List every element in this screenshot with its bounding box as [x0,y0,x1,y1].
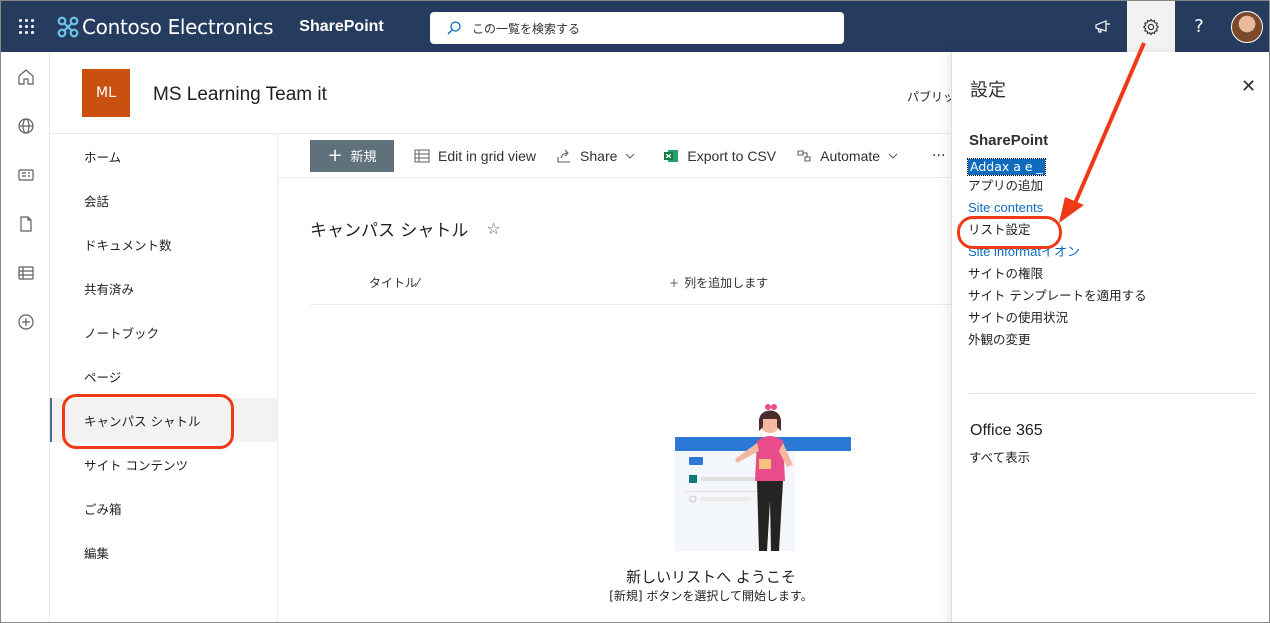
divider [969,393,1256,394]
home-icon [17,68,34,85]
appbar-files[interactable] [1,199,50,248]
appbar-create[interactable] [1,297,50,346]
nav-item-notebook[interactable]: ノートブック [50,310,277,354]
brand-name: Contoso Electronics [82,14,274,39]
plus-icon: + [327,144,343,166]
settings-link-add-page[interactable]: Addax a e _ [967,158,1046,176]
share-icon [557,149,571,163]
export-csv-button[interactable]: Export to CSV [663,148,776,164]
column-title-label: タイトル [369,276,418,290]
site-logo[interactable]: ML [82,69,130,117]
app-window: Contoso Electronics SharePoint この一覧を検索する [0,0,1270,623]
add-column-label: 列を追加します [684,276,769,290]
suite-bar: Contoso Electronics SharePoint この一覧を検索する [1,1,1269,52]
settings-link-add-app[interactable]: アプリの追加 [968,175,1147,197]
appbar-home[interactable] [1,52,50,101]
nav-item-documents[interactable]: ドキュメント数 [50,222,277,266]
new-button-label: 新規 [350,150,377,165]
add-column-button[interactable]: + 列を追加します [669,274,768,291]
automate-label: Automate [820,147,881,164]
settings-button[interactable] [1127,1,1175,52]
callout-ring-campus-shuttle [62,394,234,449]
settings-panel: 設定 ✕ SharePoint Addax a e _ アプリの追加 Site … [951,52,1269,622]
empty-state-subtitle: [新規] ボタンを選択して開始します。 [609,589,813,603]
avatar [1231,10,1263,43]
empty-state-title: 新しいリストへ ようこそ [626,568,796,586]
nav-item-recycle-bin[interactable]: ごみ箱 [50,486,277,530]
column-header-title[interactable]: タイトル⁄ [369,274,419,291]
share-label: Share [580,147,618,164]
settings-panel-title: 設定 [970,80,1006,101]
sort-icon: ⁄ [417,276,420,290]
search-icon [447,21,461,35]
excel-icon [664,149,679,162]
view-all-link[interactable]: すべて表示 [969,447,1030,466]
feedback-button[interactable] [1079,1,1127,52]
globe-icon [17,117,34,134]
site-title[interactable]: MS Learning Team it [153,84,327,106]
settings-links: Addax a e _ アプリの追加 Site contents リスト設定 S… [967,156,1147,351]
site-navigation: ホーム 会話 ドキュメント数 共有済み ノートブック ページ キャンパス シャト… [50,133,278,622]
contoso-logo-icon [57,16,79,37]
settings-link-site-permissions[interactable]: サイトの権限 [968,263,1147,285]
plus-icon: + [669,276,680,290]
settings-section-sharepoint: SharePoint [969,132,1049,149]
empty-list-illustration [675,404,851,551]
column-header-row: タイトル⁄ + 列を追加します [310,263,951,305]
favorite-star-icon[interactable]: ☆ [486,219,500,238]
close-icon[interactable]: ✕ [1241,76,1256,97]
office365-heading: Office 365 [970,422,1043,439]
site-header: ML MS Learning Team it パブリック [50,52,967,133]
add-circle-icon [17,313,34,330]
appbar-lists[interactable] [1,248,50,297]
new-button[interactable]: + 新規 [310,139,394,172]
callout-ring-list-settings [957,216,1062,249]
edit-grid-label: Edit in grid view [438,147,537,164]
command-bar: + 新規 Edit in grid view Share Export to C… [278,133,951,178]
help-icon: ? [1194,16,1204,37]
chevron-down-icon [888,153,898,159]
nav-item-pages[interactable]: ページ [50,354,277,398]
app-launcher-button[interactable] [1,1,51,52]
nav-item-conversations[interactable]: 会話 [50,178,277,222]
app-bar [1,52,50,622]
settings-link-site-usage[interactable]: サイトの使用状況 [968,307,1147,329]
appbar-news[interactable] [1,150,50,199]
brand[interactable]: Contoso Electronics [57,14,274,39]
appbar-sites[interactable] [1,101,50,150]
share-button[interactable]: Share [556,148,643,164]
waffle-icon [18,19,34,34]
list-title-row: キャンパス シャトル ☆ [310,216,501,241]
list-title: キャンパス シャトル [310,221,469,241]
search-placeholder: この一覧を検索する [472,21,581,36]
more-actions-button[interactable]: ··· [932,148,945,164]
help-button[interactable]: ? [1175,1,1223,52]
list-icon [17,265,34,280]
search-box[interactable]: この一覧を検索する [430,12,844,44]
chevron-down-icon [626,153,635,159]
document-icon [19,215,32,232]
automate-button[interactable]: Automate [796,148,906,164]
nav-item-shared[interactable]: 共有済み [50,266,277,310]
suite-bar-actions: ? [1079,1,1269,52]
app-name-link[interactable]: SharePoint [299,18,383,36]
export-csv-label: Export to CSV [687,147,777,164]
edit-grid-button[interactable]: Edit in grid view [414,148,536,164]
settings-link-apply-template[interactable]: サイト テンプレートを適用する [968,285,1147,307]
megaphone-icon [1095,19,1110,33]
account-button[interactable] [1223,1,1269,52]
grid-icon [414,149,430,162]
nav-item-edit[interactable]: 編集 [50,530,277,574]
news-icon [17,168,34,181]
gear-icon [1142,18,1160,35]
automate-icon [797,149,811,162]
settings-link-change-look[interactable]: 外観の変更 [968,329,1147,351]
nav-item-home[interactable]: ホーム [50,134,277,178]
